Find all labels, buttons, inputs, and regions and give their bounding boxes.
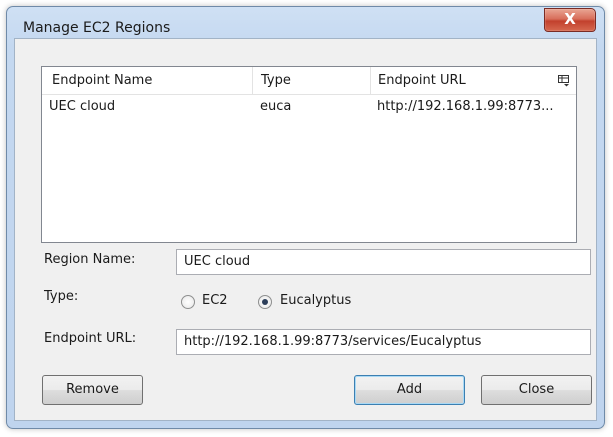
dialog-client-area: Endpoint Name Type Endpoint URL UEC clou…	[14, 38, 597, 421]
close-button[interactable]: Close	[481, 375, 592, 405]
radio-selected-dot	[262, 299, 268, 305]
add-button[interactable]: Add	[354, 375, 465, 405]
endpoint-url-label: Endpoint URL:	[44, 331, 137, 346]
remove-button[interactable]: Remove	[42, 375, 143, 405]
cell-endpoint-url: http://192.168.1.99:8773...	[377, 99, 554, 114]
cell-type: euca	[260, 99, 292, 114]
type-label: Type:	[44, 289, 79, 304]
type-option-label-ec2[interactable]: EC2	[202, 293, 228, 308]
endpoint-url-input[interactable]: http://192.168.1.99:8773/services/Eucaly…	[176, 329, 591, 355]
column-header-label: Endpoint URL	[378, 73, 466, 88]
type-radio-eucalyptus[interactable]	[258, 295, 272, 309]
type-radio-ec2[interactable]	[181, 295, 195, 309]
window-title: Manage EC2 Regions	[23, 20, 171, 36]
close-icon: X	[564, 10, 576, 28]
cell-endpoint-name: UEC cloud	[49, 99, 116, 114]
window-close-button[interactable]: X	[544, 8, 596, 32]
table-row[interactable]: UEC cloud euca http://192.168.1.99:8773.…	[42, 96, 576, 118]
column-header-endpoint-name[interactable]: Endpoint Name	[42, 67, 253, 94]
list-header: Endpoint Name Type Endpoint URL	[42, 67, 576, 95]
type-option-label-eucalyptus[interactable]: Eucalyptus	[280, 293, 351, 308]
column-header-label: Type	[261, 73, 291, 88]
column-chooser-icon[interactable]	[558, 75, 570, 87]
region-name-input[interactable]: UEC cloud	[176, 249, 591, 275]
region-name-label: Region Name:	[44, 252, 136, 267]
column-header-label: Endpoint Name	[52, 73, 153, 88]
column-header-endpoint-url[interactable]: Endpoint URL	[371, 67, 561, 94]
dialog-window: Manage EC2 Regions X Endpoint Name Type …	[6, 6, 605, 429]
column-header-type[interactable]: Type	[253, 67, 371, 94]
regions-list[interactable]: Endpoint Name Type Endpoint URL UEC clou…	[41, 66, 577, 243]
